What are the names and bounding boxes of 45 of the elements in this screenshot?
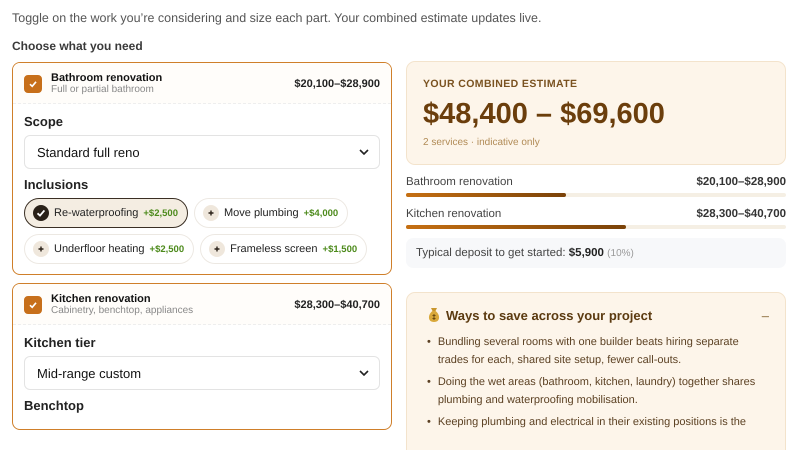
bullet: • <box>427 415 431 430</box>
collapse-toggle[interactable]: – <box>760 308 771 322</box>
breakdown-name: Kitchen renovation <box>406 208 502 220</box>
service-range: $28,300–$40,700 <box>294 298 380 310</box>
bullet: • <box>427 375 431 390</box>
option-chip[interactable]: Frameless screen +$1,500 <box>200 234 368 264</box>
option-chip[interactable]: Re-waterproofing +$2,500 <box>24 198 188 228</box>
check-icon <box>28 78 38 88</box>
section-label: Choose what you need <box>12 39 144 53</box>
check-icon <box>28 300 38 310</box>
plus-icon <box>209 241 226 257</box>
deposit-note: Typical deposit to get started: $5,900 (10%) <box>406 238 786 268</box>
field-label: Kitchen tier <box>24 335 97 350</box>
check-icon <box>33 205 49 221</box>
intro-text: Toggle on the work you’re considering and size each part. Your combined estimate updates live. <box>12 11 542 25</box>
checkbox[interactable] <box>24 74 42 92</box>
dropdown[interactable]: Standard full reno <box>24 135 380 169</box>
field-label: Benchtop <box>24 398 85 413</box>
dropdown[interactable]: Mid-range custom <box>24 356 380 390</box>
bullet: • <box>427 335 431 350</box>
breakdown-range: $28,300–$40,700 <box>696 208 786 220</box>
service-subtitle: Cabinetry, benchtop, appliances <box>51 305 194 316</box>
field-label: Scope <box>24 114 64 129</box>
tip-item: Doing the wet areas (bathroom, kitchen, laundry) together shares plumbing and waterproofing mobilisation. <box>438 375 756 408</box>
option-chip[interactable]: Move plumbing +$4,000 <box>194 198 348 228</box>
estimate-note: 2 services · indicative only <box>423 137 541 148</box>
service-name: Bathroom renovation <box>51 72 164 84</box>
plus-icon <box>202 205 219 221</box>
service-subtitle: Full or partial bathroom <box>51 84 155 95</box>
breakdown-range: $20,100–$28,900 <box>696 176 786 188</box>
chevron-icon <box>359 370 369 376</box>
breakdown-name: Bathroom renovation <box>406 176 513 188</box>
service-name: Kitchen renovation <box>51 293 152 305</box>
option-chip[interactable]: Underfloor heating +$2,500 <box>24 234 194 264</box>
service-range: $20,100–$28,900 <box>294 78 380 90</box>
tip-item: Bundling several rooms with one builder beats hiring separate trades for each, shared site setup, fewer call-outs. <box>438 335 740 368</box>
estimate-range: $48,400 – $69,600 <box>423 98 666 131</box>
estimate-title: YOUR COMBINED ESTIMATE <box>423 78 578 90</box>
tip-item: Keeping plumbing and electrical in their existing positions is the <box>438 415 748 430</box>
checkbox[interactable] <box>24 296 42 314</box>
chevron-icon <box>359 149 369 155</box>
tips-title: Ways to save across your project <box>446 308 654 322</box>
plus-icon <box>33 241 49 257</box>
money-bag-icon <box>427 307 441 323</box>
field-label: Inclusions <box>24 177 90 192</box>
